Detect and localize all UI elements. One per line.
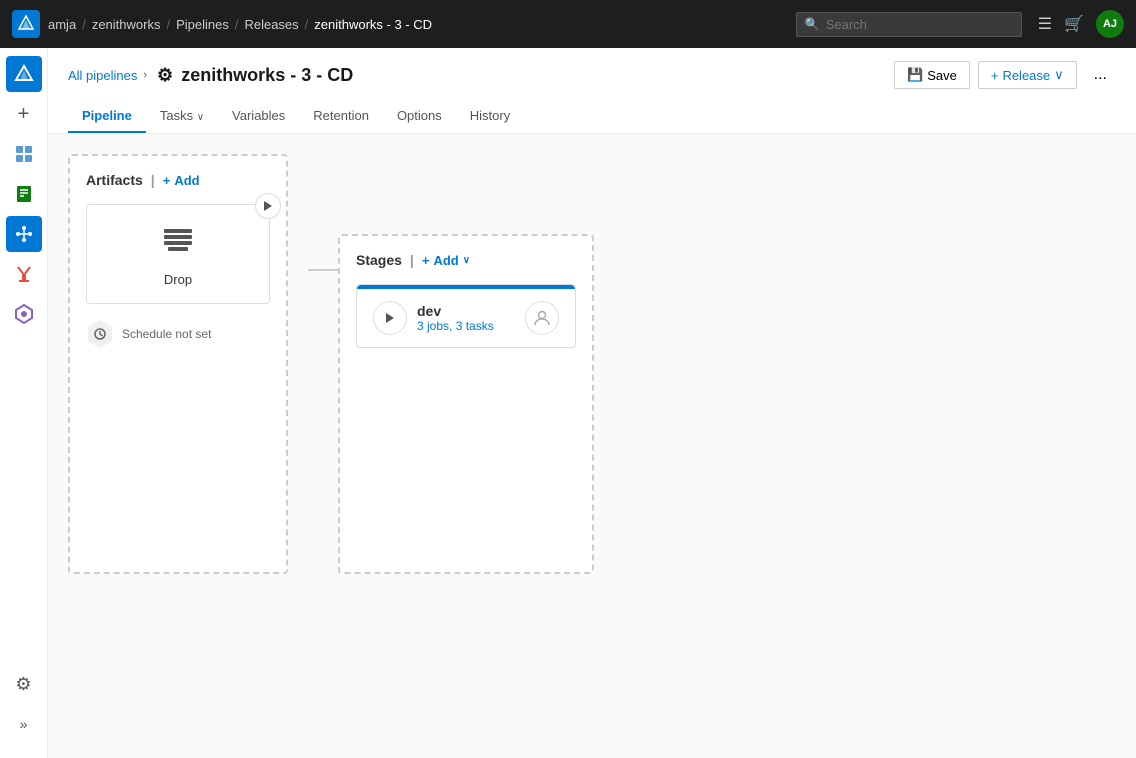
add-label: Add	[174, 173, 199, 188]
artifacts-title: Artifacts	[86, 172, 143, 188]
stage-card[interactable]: dev 3 jobs, 3 tasks	[356, 284, 576, 348]
save-label: Save	[927, 68, 957, 83]
artifacts-add-button[interactable]: + Add	[163, 173, 200, 188]
schedule-item[interactable]: Schedule not set	[86, 320, 270, 348]
connector-line	[308, 269, 338, 271]
stages-add-icon: +	[422, 253, 430, 268]
sidebar-item-testplans[interactable]	[6, 256, 42, 292]
topbar-icons: ☰ 🛒 AJ	[1038, 10, 1124, 38]
tab-variables[interactable]: Variables	[218, 100, 299, 133]
header-actions: 💾 Save + Release ∨ ...	[894, 60, 1116, 90]
stages-header: Stages | + Add ∨	[356, 252, 576, 268]
stages-add-button[interactable]: + Add ∨	[422, 253, 470, 268]
more-button[interactable]: ...	[1085, 60, 1116, 90]
pipeline-title-icon: ⚙	[157, 65, 173, 86]
tab-retention[interactable]: Retention	[299, 100, 383, 133]
sidebar-item-create[interactable]: +	[6, 96, 42, 132]
stages-title: Stages	[356, 252, 402, 268]
search-icon: 🔍	[805, 17, 820, 31]
artifacts-box: Artifacts | + Add	[68, 154, 288, 574]
artifacts-header: Artifacts | + Add	[86, 172, 270, 188]
tab-history[interactable]: History	[456, 100, 524, 133]
canvas-stages-area: Stages | + Add ∨	[308, 154, 594, 574]
settings-icon[interactable]: ⚙	[6, 666, 42, 702]
tasks-chevron-icon: ∨	[197, 112, 204, 123]
list-icon[interactable]: ☰	[1038, 14, 1052, 34]
page-header: All pipelines › ⚙ zenithworks - 3 - CD 💾…	[48, 48, 1136, 134]
artifacts-sep: |	[151, 172, 155, 188]
stage-card-body: dev 3 jobs, 3 tasks	[357, 289, 575, 347]
release-plus-icon: +	[991, 68, 999, 83]
stage-name: dev	[417, 303, 515, 319]
breadcrumb: amja / zenithworks / Pipelines / Release…	[48, 17, 432, 32]
release-button[interactable]: + Release ∨	[978, 61, 1077, 89]
stages-add-label: Add	[433, 253, 458, 268]
topbar: amja / zenithworks / Pipelines / Release…	[0, 0, 1136, 48]
page-breadcrumb: All pipelines ›	[68, 68, 147, 83]
artifact-name: Drop	[164, 272, 192, 287]
sidebar-item-boards[interactable]	[6, 136, 42, 172]
breadcrumb-arrow: ›	[143, 69, 147, 81]
add-icon: +	[163, 173, 171, 188]
stages-sep: |	[410, 252, 414, 268]
pipeline-title: ⚙ zenithworks - 3 - CD	[157, 65, 353, 86]
tab-tasks[interactable]: Tasks ∨	[146, 100, 218, 133]
sidebar-left: +	[0, 48, 48, 758]
canvas: Artifacts | + Add	[48, 134, 1136, 758]
tabs: Pipeline Tasks ∨ Variables Retention Opt…	[68, 100, 1116, 133]
pipeline-name: zenithworks - 3 - CD	[181, 65, 353, 86]
sidebar-item-pipelines[interactable]	[6, 216, 42, 252]
artifact-drop-icon	[160, 221, 196, 264]
save-button[interactable]: 💾 Save	[894, 61, 970, 89]
schedule-label: Schedule not set	[122, 327, 211, 341]
stages-add-chevron: ∨	[463, 255, 470, 266]
main-content: All pipelines › ⚙ zenithworks - 3 - CD 💾…	[48, 48, 1136, 758]
breadcrumb-amja[interactable]: amja	[48, 17, 76, 32]
pipeline-canvas: Artifacts | + Add	[68, 154, 1116, 574]
breadcrumb-zenithworks[interactable]: zenithworks	[92, 17, 161, 32]
azure-logo[interactable]	[12, 10, 40, 38]
all-pipelines-link[interactable]: All pipelines	[68, 68, 137, 83]
collapse-icon[interactable]: »	[6, 706, 42, 742]
tab-tasks-label: Tasks	[160, 108, 193, 123]
search-input[interactable]	[826, 17, 1013, 32]
release-chevron-icon: ∨	[1054, 67, 1064, 83]
page-header-top: All pipelines › ⚙ zenithworks - 3 - CD 💾…	[68, 60, 1116, 90]
sidebar-item-azure[interactable]	[6, 56, 42, 92]
artifact-trigger-icon[interactable]	[255, 193, 281, 219]
release-label: Release	[1002, 68, 1050, 83]
artifact-card[interactable]: Drop	[86, 204, 270, 304]
sidebar-item-repos[interactable]	[6, 176, 42, 212]
breadcrumb-releases[interactable]: Releases	[244, 17, 298, 32]
notification-icon[interactable]: 🛒	[1064, 14, 1084, 34]
schedule-hex-icon	[86, 320, 114, 348]
tab-pipeline[interactable]: Pipeline	[68, 100, 146, 133]
stages-box: Stages | + Add ∨	[338, 234, 594, 574]
sidebar-bottom: ⚙ »	[6, 666, 42, 750]
stage-meta[interactable]: 3 jobs, 3 tasks	[417, 319, 515, 333]
stage-card-dev[interactable]: dev 3 jobs, 3 tasks	[356, 284, 576, 348]
stage-info: dev 3 jobs, 3 tasks	[417, 303, 515, 333]
search-box[interactable]: 🔍	[796, 12, 1022, 37]
user-avatar[interactable]: AJ	[1096, 10, 1124, 38]
breadcrumb-current: zenithworks - 3 - CD	[314, 17, 432, 32]
stage-person-circle[interactable]	[525, 301, 559, 335]
save-icon: 💾	[907, 67, 923, 83]
app-layout: +	[0, 48, 1136, 758]
stage-trigger-circle[interactable]	[373, 301, 407, 335]
sidebar-item-artifacts[interactable]	[6, 296, 42, 332]
breadcrumb-pipelines[interactable]: Pipelines	[176, 17, 229, 32]
tab-options[interactable]: Options	[383, 100, 456, 133]
